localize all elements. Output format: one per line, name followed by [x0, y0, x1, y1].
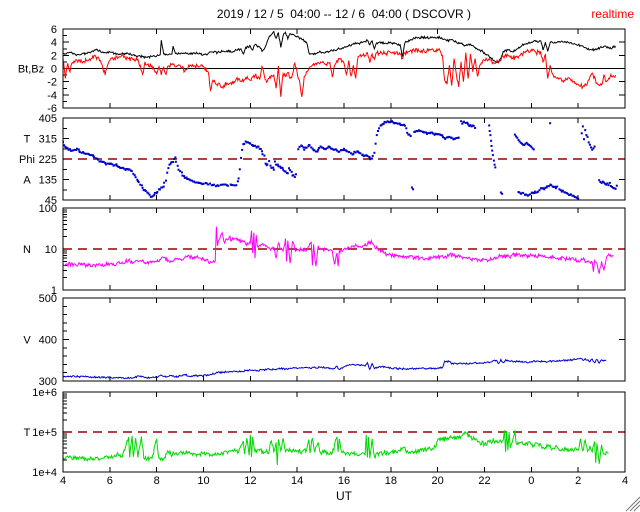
- svg-text:16: 16: [338, 475, 350, 487]
- solar-wind-plot-window: 2019 / 12 / 5 04:00 -- 12 / 6 04:00 ( DS…: [0, 0, 640, 512]
- svg-text:500: 500: [39, 293, 57, 305]
- svg-text:405: 405: [39, 113, 57, 125]
- svg-text:22: 22: [478, 475, 490, 487]
- svg-text:10: 10: [197, 475, 209, 487]
- svg-text:2: 2: [575, 475, 581, 487]
- x-axis-unit-label: UT: [336, 489, 352, 503]
- svg-text:12: 12: [244, 475, 256, 487]
- series-t: [63, 430, 609, 466]
- svg-text:4: 4: [51, 37, 57, 49]
- svg-text:315: 315: [39, 134, 57, 146]
- svg-text:-4: -4: [47, 90, 57, 102]
- svg-text:Bt,Bz: Bt,Bz: [18, 64, 44, 76]
- svg-text:18: 18: [385, 475, 397, 487]
- series-v: [63, 357, 607, 380]
- svg-text:2: 2: [51, 50, 57, 62]
- svg-text:0: 0: [528, 475, 534, 487]
- svg-text:0: 0: [51, 64, 57, 76]
- svg-text:6: 6: [107, 475, 113, 487]
- svg-text:20: 20: [432, 475, 444, 487]
- panel-angle: 40531522513545TPhiA: [19, 113, 626, 207]
- svg-text:T: T: [24, 427, 31, 439]
- svg-text:14: 14: [291, 475, 303, 487]
- series-n: [63, 226, 614, 274]
- svg-text:1e+5: 1e+5: [32, 427, 57, 439]
- svg-text:4: 4: [60, 475, 66, 487]
- svg-text:4: 4: [622, 475, 628, 487]
- svg-text:225: 225: [39, 154, 57, 166]
- series-phi: [63, 120, 618, 200]
- panel-field: 6420-2-4-6Bt,Bz: [18, 24, 626, 115]
- svg-text:135: 135: [39, 175, 57, 187]
- svg-text:A: A: [23, 175, 31, 187]
- svg-text:100: 100: [39, 203, 57, 215]
- resize-grip: [625, 496, 640, 512]
- panel-temperature: 1e+6 1e+5 1e+4 T: [24, 387, 626, 479]
- svg-text:N: N: [23, 244, 31, 256]
- timeseries-chart: 6420-2-4-6Bt,Bz40531522513545TPhiA100101…: [18, 24, 640, 512]
- svg-text:1e+6: 1e+6: [32, 387, 57, 399]
- svg-text:400: 400: [39, 335, 57, 347]
- panel-speed: 500400300V: [23, 293, 626, 388]
- svg-text:-2: -2: [47, 77, 57, 89]
- series-bz: [63, 47, 617, 97]
- svg-text:Phi: Phi: [19, 154, 35, 166]
- svg-text:10: 10: [45, 244, 57, 256]
- svg-text:V: V: [23, 335, 31, 347]
- svg-text:1e+4: 1e+4: [32, 467, 57, 479]
- svg-text:8: 8: [154, 475, 160, 487]
- svg-text:T: T: [24, 134, 31, 146]
- svg-text:6: 6: [51, 24, 57, 36]
- panel-density: 100101N: [23, 203, 626, 297]
- series-bt: [63, 30, 617, 64]
